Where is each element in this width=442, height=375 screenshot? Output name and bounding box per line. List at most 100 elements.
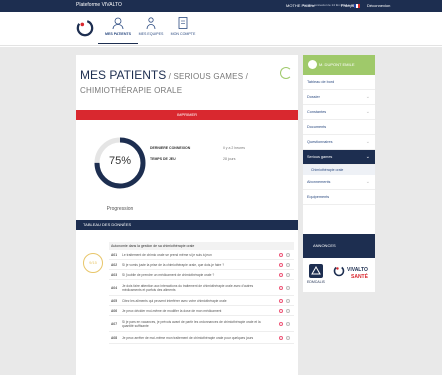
status-icon[interactable]: [279, 309, 283, 313]
sidebar-item-label: Questionnaires: [307, 140, 333, 144]
sidebar-item[interactable]: Tableau de bord: [303, 75, 375, 90]
refresh-icon[interactable]: [280, 67, 292, 79]
chevron-down-icon: ⌄: [365, 94, 370, 100]
sidebar-item-label: Tableau de bord: [307, 80, 335, 84]
patient-header[interactable]: M. DUPONT EMILE: [303, 55, 375, 75]
detail-icon[interactable]: [286, 263, 290, 267]
status-icon[interactable]: [279, 273, 283, 277]
sidebar-item-label: Dossier: [307, 95, 320, 99]
detail-icon[interactable]: [286, 309, 290, 313]
progress-percent: 75%: [108, 155, 132, 167]
logout-link[interactable]: Déconnexion: [367, 3, 390, 8]
sidebar-item[interactable]: Constantes ⌄: [303, 105, 375, 120]
row-text: Je peux arrêter de moi-même mon traiteme…: [122, 335, 254, 340]
status-icon[interactable]: [279, 286, 283, 290]
edmcalis-logo-icon: [309, 264, 323, 278]
row-code: A07: [111, 322, 118, 326]
sidebar-item[interactable]: Serious games ⌄: [303, 150, 375, 165]
detail-icon[interactable]: [286, 299, 290, 303]
sponsor-left: EDMCALIS: [307, 280, 325, 284]
nav-tab-mon-compte[interactable]: MON COMPTE: [163, 16, 203, 44]
patient-name: M. DUPONT EMILE: [319, 62, 355, 67]
table-row[interactable]: A05 Citez les aliments qui peuvent interf…: [109, 296, 294, 306]
detail-icon[interactable]: [286, 336, 290, 340]
sidebar-item[interactable]: Abonnements ⌄: [303, 175, 375, 190]
chevron-down-icon: ⌄: [365, 179, 370, 185]
detail-icon[interactable]: [286, 273, 290, 277]
info-key: DERNIERE CONNEXION: [150, 146, 191, 150]
info-key: TEMPS DE JEU: [150, 157, 176, 161]
patient-sidebar: M. DUPONT EMILE Tableau de bord Dossier ⌄ C…: [303, 55, 375, 235]
row-text: Si je vomis juste la prise de la chimiot…: [122, 262, 225, 267]
row-code: A08: [111, 336, 118, 340]
detail-icon[interactable]: [286, 253, 290, 257]
data-table: Autonomie dans la gestion de sa chimioth…: [109, 242, 294, 344]
annonces-banner: ANNONCES: [303, 234, 375, 258]
vivalto-logo-icon[interactable]: [76, 19, 94, 37]
title-main: MES PATIENTS: [80, 68, 167, 82]
info-value: Il y a 2 heures: [223, 146, 245, 150]
sidebar-subitem-chimiotherapie[interactable]: Chimiothérapie orale: [303, 165, 375, 175]
row-text: Je dois faire attention aux interactions…: [122, 283, 254, 292]
status-icon[interactable]: [279, 299, 283, 303]
chevron-down-icon: ⌄: [365, 139, 370, 145]
print-button[interactable]: IMPRIMER: [76, 110, 298, 120]
row-text: Si j'oublie de prendre un médicament de …: [122, 272, 215, 277]
sponsor-right-b: SANTÉ: [351, 274, 368, 280]
sidebar-item-label: Documents: [307, 125, 327, 129]
row-code: A02: [111, 263, 118, 267]
sidebar-item[interactable]: Equipements: [303, 190, 375, 205]
patient-card: MES PATIENTS / SERIOUS GAMES / CHIMIOTHÉ…: [76, 55, 298, 375]
sidebar-item-label: Serious games: [307, 155, 333, 159]
chevron-down-icon: ⌄: [365, 109, 370, 115]
table-row[interactable]: A07 Si je pars en vacances, je prévois av…: [109, 316, 294, 332]
table-section-title: Autonomie dans la gestion de sa chimioth…: [109, 242, 294, 250]
top-bar: Plateforme VIVALTO MOTHE Pauline dernièr…: [0, 0, 442, 12]
avatar: [308, 60, 317, 69]
sidebar-item-label: Abonnements: [307, 180, 331, 184]
chevron-down-icon: ⌄: [365, 154, 370, 160]
row-code: A06: [111, 309, 118, 313]
info-value: 28 jours: [223, 157, 236, 161]
status-icon[interactable]: [279, 253, 283, 257]
table-row[interactable]: A08 Je peux arrêter de moi-même mon trait…: [109, 332, 294, 344]
account-icon: [178, 17, 188, 29]
page-title: MES PATIENTS / SERIOUS GAMES / CHIMIOTHÉ…: [80, 69, 280, 97]
sidebar-item-label: Constantes: [307, 110, 327, 114]
sponsor-right-a: VIVALTO: [347, 267, 368, 273]
sidebar-item[interactable]: Documents: [303, 120, 375, 135]
sponsor-panel: EDMCALIS VIVALTO SANTÉ: [303, 258, 375, 292]
patients-icon: [112, 17, 124, 30]
nav-label: MES EQUIPES: [138, 32, 164, 36]
table-row[interactable]: A03 Si j'oublie de prendre un médicament …: [109, 270, 294, 280]
objective-badge: 9/15: [83, 253, 103, 273]
data-table-header: TABLEAU DES DONNÉES: [76, 220, 298, 230]
table-row[interactable]: A02 Si je vomis juste la prise de la chim…: [109, 260, 294, 270]
platform-brand: Plateforme VIVALTO: [76, 2, 122, 8]
table-row[interactable]: A06 Je peux décider moi-même de modifier …: [109, 306, 294, 316]
nav-label: MON COMPTE: [170, 32, 196, 36]
row-text: Je peux décider moi-même de modifier la …: [122, 308, 222, 313]
detail-icon[interactable]: [286, 286, 290, 290]
team-icon: [146, 17, 156, 30]
status-icon[interactable]: [279, 336, 283, 340]
detail-icon[interactable]: [286, 322, 290, 326]
progress-label: Progression: [106, 206, 134, 212]
row-text: Si je pars en vacances, je prévois avant…: [122, 319, 261, 328]
vivalto-sante-logo-icon: [333, 265, 345, 277]
sidebar-item[interactable]: Dossier ⌄: [303, 90, 375, 105]
sidebar-item-label: Equipements: [307, 195, 330, 199]
row-text: Le traitement de chimio orale se prend m…: [122, 252, 212, 257]
sidebar-item[interactable]: Questionnaires ⌄: [303, 135, 375, 150]
table-row[interactable]: A04 Je dois faire attention aux interacti…: [109, 280, 294, 296]
status-icon[interactable]: [279, 322, 283, 326]
french-flag-icon[interactable]: [354, 3, 360, 8]
row-code: A04: [111, 286, 118, 290]
row-text: Citez les aliments qui peuvent interfére…: [122, 298, 227, 303]
row-code: A01: [111, 253, 118, 257]
status-icon[interactable]: [279, 263, 283, 267]
nav-label: MES PATIENTS: [104, 32, 132, 36]
table-row[interactable]: A01 Le traitement de chimio orale se pren…: [109, 250, 294, 260]
row-code: A05: [111, 299, 118, 303]
main-nav: MES PATIENTS MES EQUIPES MON COMPTE: [0, 12, 442, 46]
